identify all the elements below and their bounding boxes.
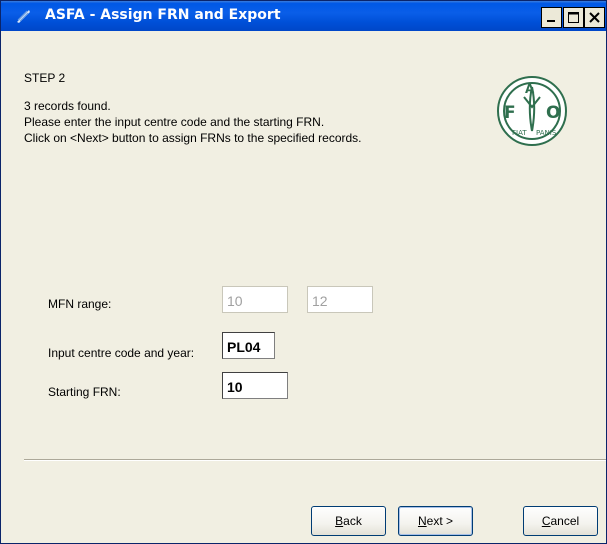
mfn-to-field[interactable]	[307, 286, 373, 313]
window-title: ASFA - Assign FRN and Export	[45, 7, 281, 23]
close-icon	[589, 12, 600, 23]
title-bar[interactable]: ASFA - Assign FRN and Export	[1, 1, 606, 31]
svg-text:PANIS: PANIS	[536, 129, 557, 137]
next-hint-text: Click on <Next> button to assign FRNs to…	[24, 131, 362, 145]
app-icon	[17, 10, 30, 23]
starting-frn-label: Starting FRN:	[48, 385, 121, 399]
centre-code-field[interactable]	[222, 332, 275, 359]
svg-text:A: A	[525, 82, 535, 96]
close-button[interactable]	[584, 7, 605, 28]
maximize-icon	[568, 12, 579, 23]
centre-code-label: Input centre code and year:	[48, 346, 195, 360]
svg-text:FIAT: FIAT	[512, 129, 527, 137]
next-button[interactable]: Next >	[398, 506, 473, 536]
fao-logo: F A O FIAT PANIS	[497, 76, 567, 146]
step-heading: STEP 2	[24, 71, 66, 85]
minimize-icon	[547, 20, 555, 22]
maximize-button[interactable]	[563, 7, 584, 28]
svg-text:F: F	[504, 103, 516, 123]
mfn-range-label: MFN range:	[48, 297, 112, 311]
records-found-text: 3 records found.	[24, 99, 111, 113]
svg-text:O: O	[546, 103, 560, 123]
minimize-button[interactable]	[541, 7, 562, 28]
dialog-content: STEP 2 3 records found. Please enter the…	[1, 31, 606, 543]
button-separator	[24, 459, 606, 461]
cancel-button[interactable]: Cancel	[523, 506, 598, 536]
dialog-window: ASFA - Assign FRN and Export STEP 2 3 re…	[0, 0, 607, 544]
instruction-text: Please enter the input centre code and t…	[24, 115, 325, 129]
back-button[interactable]: Back	[311, 506, 386, 536]
starting-frn-field[interactable]	[222, 372, 288, 399]
mfn-from-field[interactable]	[222, 286, 288, 313]
